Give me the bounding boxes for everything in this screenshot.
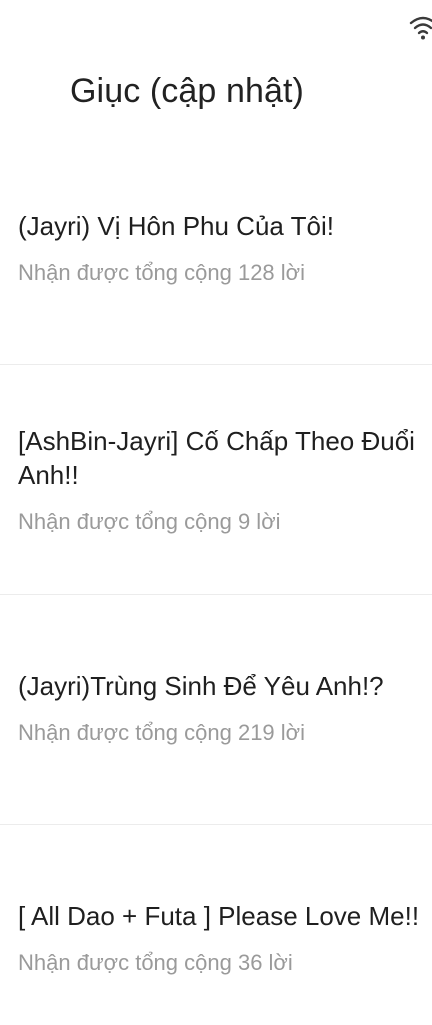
item-title: (Jayri) Vị Hôn Phu Của Tôi! — [18, 211, 334, 241]
wifi-icon — [409, 16, 432, 40]
urge-list: (Jayri) Vị Hôn Phu Của Tôi! Nhận được tổ… — [0, 136, 432, 1025]
list-item[interactable]: (Jayri)Trùng Sinh Để Yêu Anh!? Nhận được… — [0, 595, 432, 825]
status-bar — [0, 0, 432, 48]
item-title: [ All Dao + Futa ] Please Love Me!! — [18, 901, 420, 931]
item-subtitle: Nhận được tổng cộng 128 lời — [18, 260, 305, 285]
item-title: [AshBin-Jayri] Cố Chấp Theo Đuổi Anh!! — [18, 426, 415, 490]
page-title: Giục (cập nhật) — [70, 72, 304, 110]
item-subtitle: Nhận được tổng cộng 36 lời — [18, 950, 293, 975]
list-item[interactable]: (Jayri) Vị Hôn Phu Của Tôi! Nhận được tổ… — [0, 136, 432, 365]
list-item[interactable]: [ All Dao + Futa ] Please Love Me!! Nhận… — [0, 825, 432, 1025]
item-title: (Jayri)Trùng Sinh Để Yêu Anh!? — [18, 671, 384, 701]
list-item[interactable]: [AshBin-Jayri] Cố Chấp Theo Đuổi Anh!! N… — [0, 365, 432, 595]
item-subtitle: Nhận được tổng cộng 219 lời — [18, 720, 305, 745]
item-subtitle: Nhận được tổng cộng 9 lời — [18, 509, 281, 534]
